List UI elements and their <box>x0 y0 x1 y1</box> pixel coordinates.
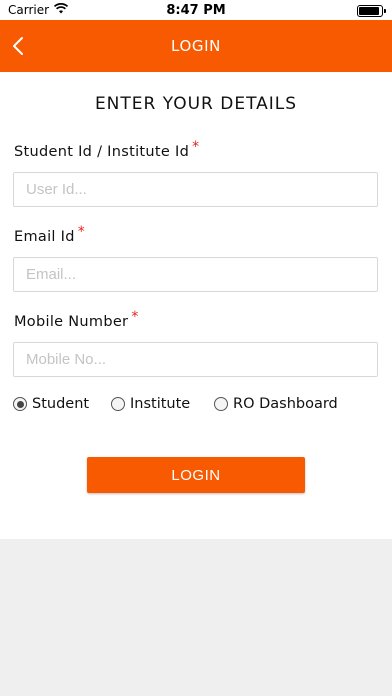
status-time: 8:47 PM <box>166 3 226 18</box>
required-mark: * <box>77 224 86 240</box>
radio-student-label: Student <box>32 396 90 412</box>
page-title: LOGIN <box>171 37 221 55</box>
user-type-radio-group: Student Institute RO Dashboard <box>13 396 383 416</box>
battery-icon <box>357 5 386 17</box>
student-id-label-text: Student Id / Institute Id <box>14 144 190 160</box>
radio-institute-label: Institute <box>130 396 191 412</box>
required-mark: * <box>131 309 139 325</box>
radio-button-selected[interactable] <box>13 397 27 411</box>
user-id-input[interactable] <box>13 172 378 207</box>
email-input[interactable] <box>13 257 378 292</box>
nav-bar: LOGIN <box>0 20 392 72</box>
battery-level <box>359 7 379 15</box>
radio-institute[interactable]: Institute <box>111 396 190 412</box>
email-label-text: Email Id <box>14 229 75 245</box>
radio-ro-dashboard-label: RO Dashboard <box>233 396 338 412</box>
mobile-label-text: Mobile Number <box>14 314 129 330</box>
required-mark: * <box>192 139 200 155</box>
radio-button[interactable] <box>214 397 228 411</box>
mobile-input[interactable] <box>13 342 378 377</box>
email-label: Email Id * <box>14 224 85 245</box>
radio-student[interactable]: Student <box>13 396 89 412</box>
status-bar: Carrier 8:47 PM <box>0 0 392 20</box>
login-button[interactable]: LOGIN <box>87 457 305 493</box>
radio-button[interactable] <box>111 397 125 411</box>
radio-ro-dashboard[interactable]: RO Dashboard <box>214 396 338 412</box>
mobile-label: Mobile Number * <box>14 309 139 330</box>
form-heading: ENTER YOUR DETAILS <box>94 94 298 114</box>
login-form-card: ENTER YOUR DETAILS Student Id / Institut… <box>0 72 392 539</box>
student-id-label: Student Id / Institute Id * <box>14 139 199 160</box>
